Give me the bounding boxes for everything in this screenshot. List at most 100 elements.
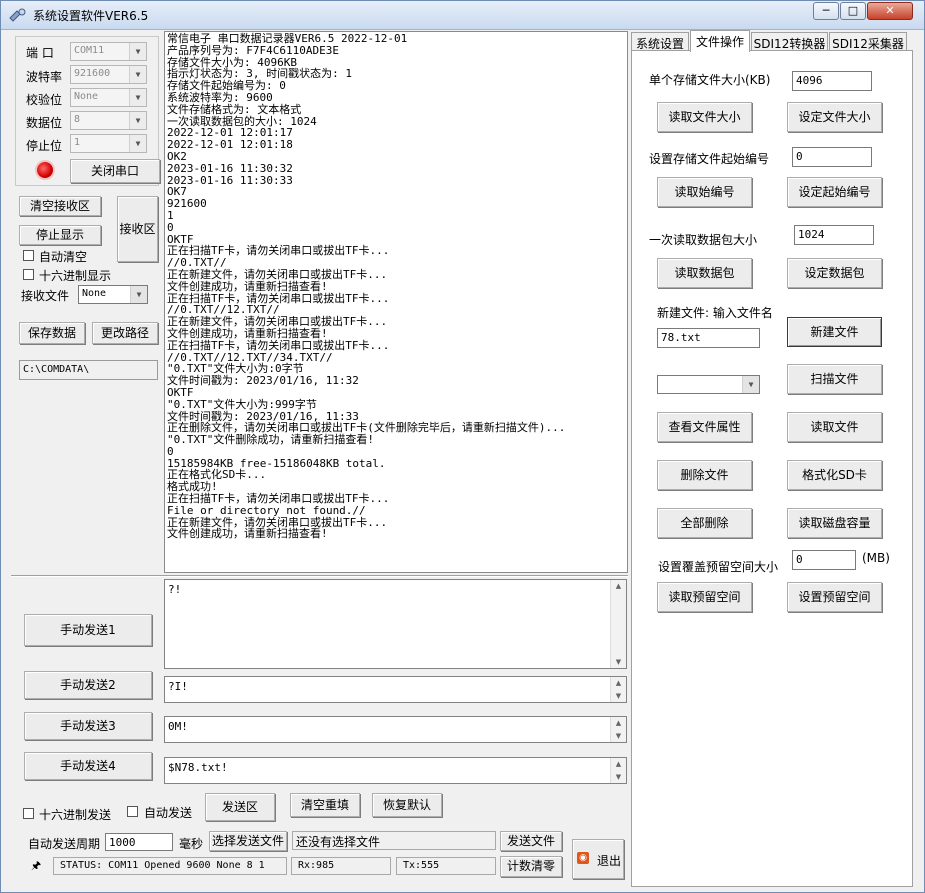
format-sd-button[interactable]: 格式化SD卡 — [787, 460, 882, 490]
log-line: 921600 — [167, 197, 207, 211]
clear-receive-button[interactable]: 清空接收区 — [19, 196, 101, 216]
restore-default-button[interactable]: 恢复默认 — [372, 793, 442, 817]
log-line: 2023-01-16 11:30:33 — [167, 173, 293, 187]
hex-display-checkbox[interactable] — [23, 269, 34, 280]
manual-send-4-input[interactable]: $N78.txt! ▲ ▼ — [164, 757, 627, 784]
status-text: STATUS: COM11 Opened 9600 None 8 1 — [53, 857, 287, 875]
manual-send-3-input[interactable]: 0M! ▲ ▼ — [164, 716, 627, 743]
manual-send-3-button[interactable]: 手动发送3 — [24, 712, 152, 740]
read-disk-capacity-button[interactable]: 读取磁盘容量 — [787, 508, 882, 538]
chevron-down-icon: ▼ — [130, 286, 147, 303]
scroll-up-icon[interactable]: ▲ — [611, 717, 626, 729]
choose-send-file-button[interactable]: 选择发送文件 — [209, 831, 287, 851]
stopbits-label: 停止位 — [26, 139, 63, 153]
log-line: "0.TXT"文件大小为:999字节 — [167, 397, 317, 411]
exit-icon: ◉ — [577, 852, 589, 864]
auto-send-period-input[interactable]: 1000 — [105, 833, 173, 851]
manual-send-1-value: ?! — [168, 583, 182, 596]
file-size-input[interactable]: 4096 — [792, 71, 872, 91]
stop-display-button[interactable]: 停止显示 — [19, 225, 101, 245]
scroll-down-icon[interactable]: ▼ — [611, 690, 626, 702]
manual-send-1-scrollbar[interactable]: ▲ ▼ — [610, 580, 626, 668]
manual-send-3-value: 0M! — [168, 720, 188, 733]
packet-size-input[interactable]: 1024 — [794, 225, 874, 245]
start-number-input[interactable]: 0 — [792, 147, 872, 167]
tab-sdi12-collector[interactable]: SDI12采集器 — [829, 32, 907, 51]
close-button[interactable]: ✕ — [867, 2, 913, 20]
log-line: File or directory not found.// — [167, 503, 366, 517]
new-file-button[interactable]: 新建文件 — [787, 317, 882, 347]
read-reserve-space-button[interactable]: 读取预留空间 — [657, 582, 752, 612]
manual-send-2-scrollbar[interactable]: ▲ ▼ — [610, 677, 626, 702]
packet-size-label: 一次读取数据包大小 — [649, 233, 758, 247]
receive-area-button[interactable]: 接收区 — [117, 196, 158, 262]
log-line: 系统波特率为: 9600 — [167, 90, 273, 104]
read-file-size-button[interactable]: 读取文件大小 — [657, 102, 752, 132]
scan-files-button[interactable]: 扫描文件 — [787, 364, 882, 394]
set-start-number-button[interactable]: 设定起始编号 — [787, 177, 882, 207]
close-port-button[interactable]: 关闭串口 — [70, 159, 160, 183]
tab-system-settings[interactable]: 系统设置 — [631, 32, 689, 51]
delete-all-button[interactable]: 全部删除 — [657, 508, 752, 538]
manual-send-1-input[interactable]: ?! ▲ ▼ — [164, 579, 627, 669]
exit-button[interactable]: ◉ 退出 — [572, 839, 624, 879]
clear-fill-button[interactable]: 清空重填 — [290, 793, 360, 817]
view-file-properties-button[interactable]: 查看文件属性 — [657, 412, 752, 442]
scroll-down-icon[interactable]: ▼ — [611, 771, 626, 783]
scroll-down-icon[interactable]: ▼ — [611, 656, 626, 668]
baud-select[interactable]: 921600 ▼ — [70, 65, 147, 84]
scroll-up-icon[interactable]: ▲ — [611, 580, 626, 592]
auto-clear-checkbox[interactable] — [23, 250, 34, 261]
scroll-up-icon[interactable]: ▲ — [611, 677, 626, 689]
title-bar[interactable]: 系统设置软件VER6.5 ─ □ ✕ — [1, 1, 924, 30]
receive-file-select[interactable]: None ▼ — [78, 285, 148, 304]
send-file-button[interactable]: 发送文件 — [500, 831, 562, 851]
reserve-space-input[interactable]: 0 — [792, 550, 856, 570]
manual-send-1-button[interactable]: 手动发送1 — [24, 614, 152, 646]
manual-send-2-input[interactable]: ?I! ▲ ▼ — [164, 676, 627, 703]
tab-sdi12-converter[interactable]: SDI12转换器 — [751, 32, 828, 51]
set-reserve-space-button[interactable]: 设置预留空间 — [787, 582, 882, 612]
manual-send-4-value: $N78.txt! — [168, 761, 228, 774]
log-line: 文件存储格式为: 文本格式 — [167, 102, 302, 116]
port-label: 端 口 — [26, 46, 54, 60]
port-status-led-icon — [37, 162, 53, 178]
manual-send-4-scrollbar[interactable]: ▲ ▼ — [610, 758, 626, 783]
manual-send-2-button[interactable]: 手动发送2 — [24, 671, 152, 699]
receive-log-lines: 常信电子 串口数据记录器VER6.5 2022-12-01 产品序列号为: F7F… — [165, 32, 627, 540]
auto-clear-label: 自动清空 — [39, 250, 88, 264]
log-line: 文件创建成功，请重新扫描查看! — [167, 279, 328, 293]
tx-counter: Tx:555 — [396, 857, 496, 875]
manual-send-4-button[interactable]: 手动发送4 — [24, 752, 152, 780]
set-file-size-button[interactable]: 设定文件大小 — [787, 102, 882, 132]
stopbits-select[interactable]: 1 ▼ — [70, 134, 147, 153]
parity-select[interactable]: None ▼ — [70, 88, 147, 107]
receive-log[interactable]: 常信电子 串口数据记录器VER6.5 2022-12-01 产品序列号为: F7F… — [164, 31, 628, 573]
log-line: 正在扫描TF卡，请勿关闭串口或拔出TF卡... — [167, 244, 390, 258]
scroll-down-icon[interactable]: ▼ — [611, 730, 626, 742]
manual-send-3-scrollbar[interactable]: ▲ ▼ — [610, 717, 626, 742]
change-path-button[interactable]: 更改路径 — [92, 322, 158, 344]
reserve-space-label: 设置覆盖预留空间大小 — [658, 560, 779, 574]
chevron-down-icon: ▼ — [129, 89, 146, 106]
read-start-number-button[interactable]: 读取始编号 — [657, 177, 752, 207]
read-packet-button[interactable]: 读取数据包 — [657, 258, 752, 288]
tab-file-operations[interactable]: 文件操作 — [690, 30, 750, 52]
minimize-button[interactable]: ─ — [813, 2, 839, 20]
file-list-select[interactable]: ▼ — [657, 375, 760, 394]
scroll-up-icon[interactable]: ▲ — [611, 758, 626, 770]
delete-file-button[interactable]: 删除文件 — [657, 460, 752, 490]
set-packet-button[interactable]: 设定数据包 — [787, 258, 882, 288]
log-line: 文件创建成功，请重新扫描查看! — [167, 527, 328, 541]
port-select[interactable]: COM11 ▼ — [70, 42, 147, 61]
databits-select[interactable]: 8 ▼ — [70, 111, 147, 130]
read-file-button[interactable]: 读取文件 — [787, 412, 882, 442]
save-data-button[interactable]: 保存数据 — [19, 322, 85, 344]
hex-send-checkbox[interactable] — [23, 808, 34, 819]
send-area-button[interactable]: 发送区 — [205, 793, 275, 821]
auto-send-checkbox[interactable] — [127, 806, 138, 817]
new-file-name-input[interactable]: 78.txt — [657, 328, 760, 348]
ms-label: 毫秒 — [179, 837, 204, 851]
maximize-button[interactable]: □ — [840, 2, 866, 20]
reset-count-button[interactable]: 计数清零 — [500, 856, 562, 877]
